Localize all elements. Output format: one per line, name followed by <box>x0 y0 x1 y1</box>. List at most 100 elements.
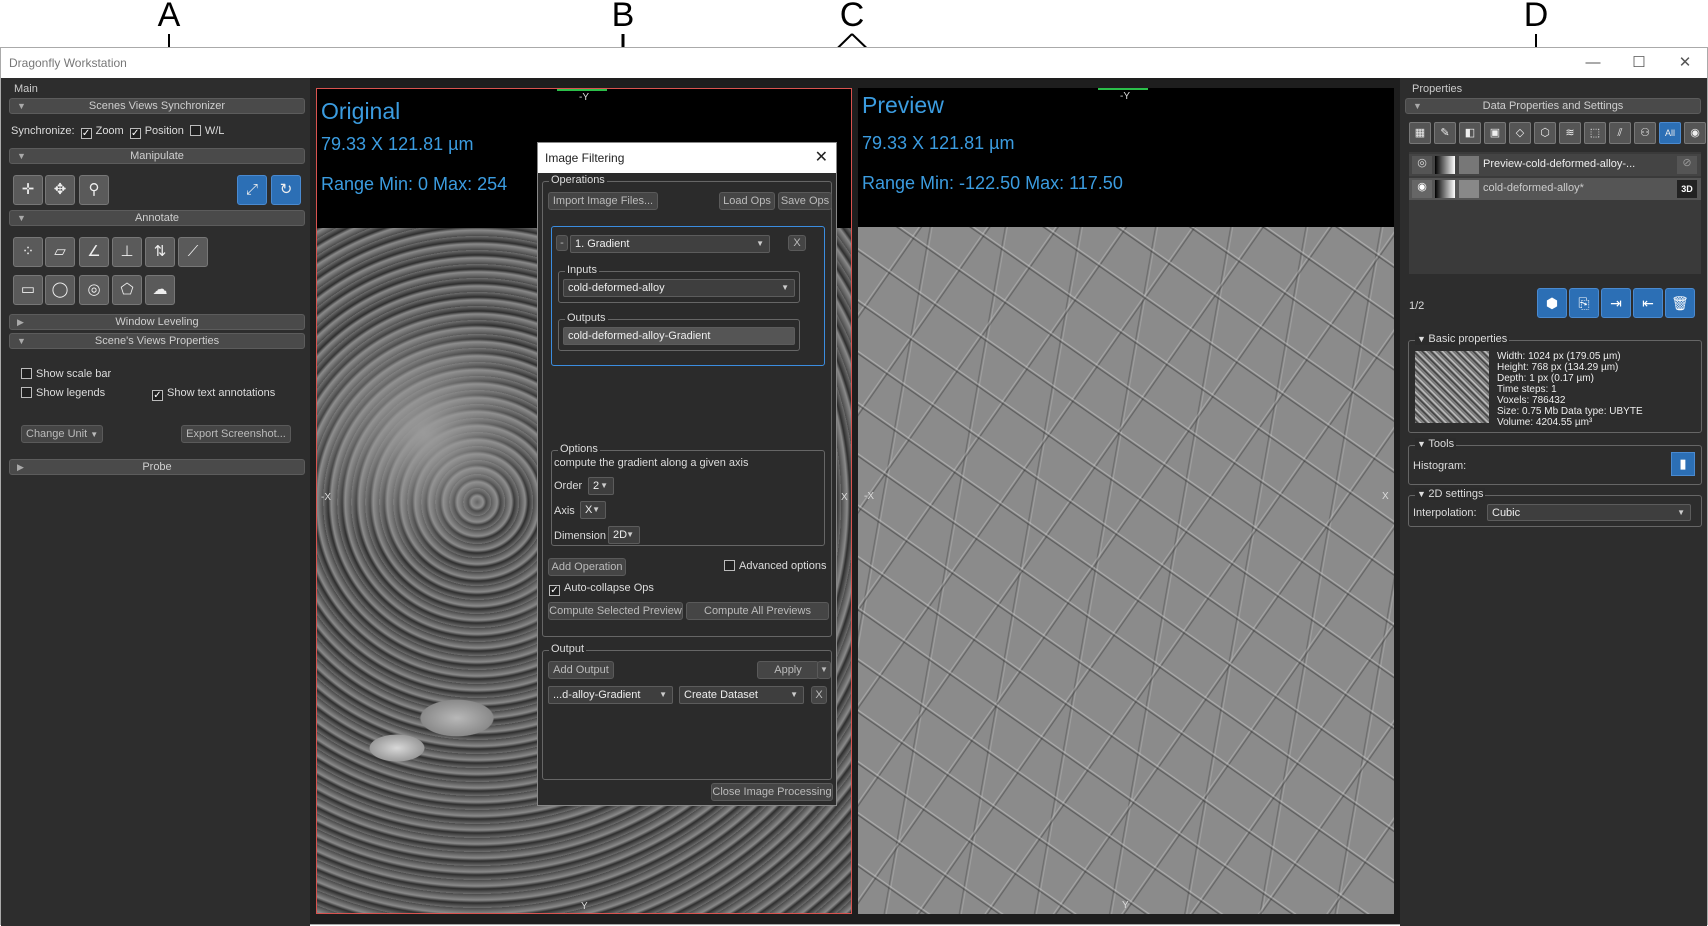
collapse-triangle-icon: ▼ <box>17 101 26 111</box>
auto-collapse-label: Auto-collapse Ops <box>564 582 654 594</box>
order-select[interactable]: 2 ▼ <box>588 477 614 495</box>
import-icon[interactable]: ⇤ <box>1633 288 1663 318</box>
operation-select[interactable]: 1. Gradient ▼ <box>570 235 770 253</box>
zoom-tool-icon[interactable]: ⚲ <box>79 175 109 205</box>
main-panel: Main ▼ Scenes Views Synchronizer Synchron… <box>1 78 310 926</box>
add-output-button[interactable]: Add Output <box>548 661 614 679</box>
operation-card[interactable]: - 1. Gradient ▼ X Inputs cold-deformed-al… <box>551 226 825 366</box>
reset-rotate-icon[interactable]: ↻ <box>271 175 301 205</box>
manipulate-bar[interactable]: ▼ Manipulate <box>9 148 305 164</box>
window-title: Dragonfly Workstation <box>9 56 127 70</box>
save-ops-button[interactable]: Save Ops <box>778 192 832 210</box>
remove-output-button[interactable]: X <box>811 686 827 704</box>
change-unit-button[interactable]: Change Unit ▼ <box>21 425 103 443</box>
fit-view-icon[interactable]: ⤢ <box>237 175 267 205</box>
pan-tool-icon[interactable]: ✥ <box>45 175 75 205</box>
eye-icon[interactable]: ◉ <box>1412 180 1432 198</box>
show-legends-checkbox[interactable] <box>21 387 32 398</box>
auto-collapse-checkbox[interactable]: ✓ <box>549 585 560 596</box>
dataset-row-preview[interactable]: ◎ Preview-cold-deformed-alloy-... ⊘ <box>1409 154 1701 176</box>
scenes-views-synchronizer-bar[interactable]: ▼ Scenes Views Synchronizer <box>9 98 305 114</box>
2d-settings-label: 2D settings <box>1428 488 1484 500</box>
compute-selected-preview-button[interactable]: Compute Selected Preview <box>548 602 683 620</box>
axis-select[interactable]: X ▼ <box>580 501 606 519</box>
export-screenshot-button[interactable]: Export Screenshot... <box>181 425 291 443</box>
collapse-op-button[interactable]: - <box>556 235 568 251</box>
advanced-options-row: Advanced options <box>718 560 826 572</box>
axis-label-bottom: Y <box>581 901 588 912</box>
layer-icon[interactable]: ◧ <box>1459 122 1481 144</box>
axis-label: Axis <box>554 505 575 517</box>
dimension-select[interactable]: 2D ▼ <box>608 526 640 544</box>
export-icon[interactable]: ⇥ <box>1601 288 1631 318</box>
output-dataset-select[interactable]: ...d-alloy-Gradient ▼ <box>548 686 673 704</box>
stack-icon[interactable]: ≋ <box>1559 122 1581 144</box>
advanced-options-label: Advanced options <box>739 560 827 572</box>
import-image-files-button[interactable]: Import Image Files... <box>548 192 658 210</box>
annotate-bar[interactable]: ▼ Annotate <box>9 210 305 226</box>
multi-roi-icon[interactable]: ▣ <box>1484 122 1506 144</box>
compute-all-previews-button[interactable]: Compute All Previews <box>686 602 829 620</box>
circle-roi-icon[interactable]: ◎ <box>79 275 109 305</box>
output-name-field[interactable]: cold-deformed-alloy-Gradient <box>563 327 795 345</box>
basic-properties-group: ▼ Basic properties Width: 1024 px (179.0… <box>1408 333 1702 433</box>
expand-triangle-icon: ▶ <box>17 317 24 327</box>
apply-button[interactable]: Apply <box>757 661 819 679</box>
histogram-icon[interactable]: ▮ <box>1671 452 1695 476</box>
remove-op-button[interactable]: X <box>788 235 806 251</box>
slice-icon[interactable]: ⫽ <box>1609 122 1631 144</box>
visibility-icon[interactable]: ◉ <box>1684 122 1706 144</box>
open-angle-tool-icon[interactable]: ⊥ <box>112 237 142 267</box>
grid-view-icon[interactable]: ▦ <box>1409 122 1431 144</box>
dropdown-arrow-icon: ▼ <box>820 665 828 674</box>
crosshair-tool-icon[interactable]: ✛ <box>13 175 43 205</box>
advanced-options-checkbox[interactable] <box>724 560 735 571</box>
show-text-annotations-checkbox[interactable]: ✓ <box>152 390 163 401</box>
apply-menu-button[interactable]: ▼ <box>817 661 831 679</box>
output-action-select[interactable]: Create Dataset ▼ <box>679 686 804 704</box>
zoom-checkbox[interactable]: ✓ <box>80 128 92 139</box>
dropdown-arrow-icon: ▼ <box>659 690 667 699</box>
ellipse-roi-icon[interactable]: ◯ <box>45 275 75 305</box>
scene-views-properties-bar[interactable]: ▼ Scene's Views Properties <box>9 333 305 349</box>
position-checkbox[interactable]: ✓ <box>129 128 141 139</box>
window-leveling-bar[interactable]: ▶ Window Leveling <box>9 314 305 330</box>
freehand-roi-icon[interactable]: ☁ <box>145 275 175 305</box>
dialog-close-icon[interactable]: ✕ <box>815 147 828 167</box>
load-ops-button[interactable]: Load Ops <box>719 192 775 210</box>
ruler-tool-icon[interactable]: ▱ <box>45 237 75 267</box>
copy-icon[interactable]: ⎘ <box>1569 288 1599 318</box>
caliper-tool-icon[interactable]: ⇅ <box>145 237 175 267</box>
dialog-title-bar: Image Filtering ✕ <box>538 143 836 173</box>
frame-icon[interactable]: ⬚ <box>1584 122 1606 144</box>
preview-view[interactable]: -Y Preview 79.33 X 121.81 µm Range Min: … <box>858 88 1394 914</box>
cube-icon[interactable]: ⬢ <box>1537 288 1567 318</box>
show-scale-bar-checkbox[interactable] <box>21 368 32 379</box>
close-window-button[interactable]: ✕ <box>1670 52 1700 74</box>
rectangle-roi-icon[interactable]: ▭ <box>13 275 43 305</box>
input-select[interactable]: cold-deformed-alloy ▼ <box>563 279 795 297</box>
tree-icon[interactable]: ⚇ <box>1634 122 1656 144</box>
line-tool-icon[interactable]: ⟋ <box>178 237 208 267</box>
close-image-processing-button[interactable]: Close Image Processing <box>711 783 833 801</box>
angle-tool-icon[interactable]: ∠ <box>79 237 109 267</box>
edit-icon[interactable]: ✎ <box>1434 122 1456 144</box>
hidden-eye-icon[interactable]: ◎ <box>1412 156 1432 174</box>
shape-icon[interactable]: ⬡ <box>1534 122 1556 144</box>
data-properties-bar[interactable]: ▼ Data Properties and Settings <box>1405 98 1701 114</box>
grayscale-icon <box>1435 156 1455 174</box>
interpolation-select[interactable]: Cubic ▼ <box>1487 504 1691 521</box>
dataset-row-original[interactable]: ◉ cold-deformed-alloy* 3D <box>1409 178 1701 200</box>
add-operation-button[interactable]: Add Operation <box>548 558 626 576</box>
show-all-button[interactable]: All <box>1659 122 1681 144</box>
delete-icon[interactable]: 🗑 <box>1665 288 1695 318</box>
minimize-button[interactable]: — <box>1578 52 1608 74</box>
probe-bar[interactable]: ▶ Probe <box>9 459 305 475</box>
maximize-button[interactable]: ☐ <box>1624 52 1654 74</box>
diamond-icon[interactable]: ◇ <box>1509 122 1531 144</box>
polygon-roi-icon[interactable]: ⬠ <box>112 275 142 305</box>
main-panel-label: Main <box>14 83 38 95</box>
points-tool-icon[interactable]: ⁘ <box>13 237 43 267</box>
collapse-triangle-icon: ▼ <box>17 336 26 346</box>
wl-checkbox[interactable] <box>189 125 201 136</box>
